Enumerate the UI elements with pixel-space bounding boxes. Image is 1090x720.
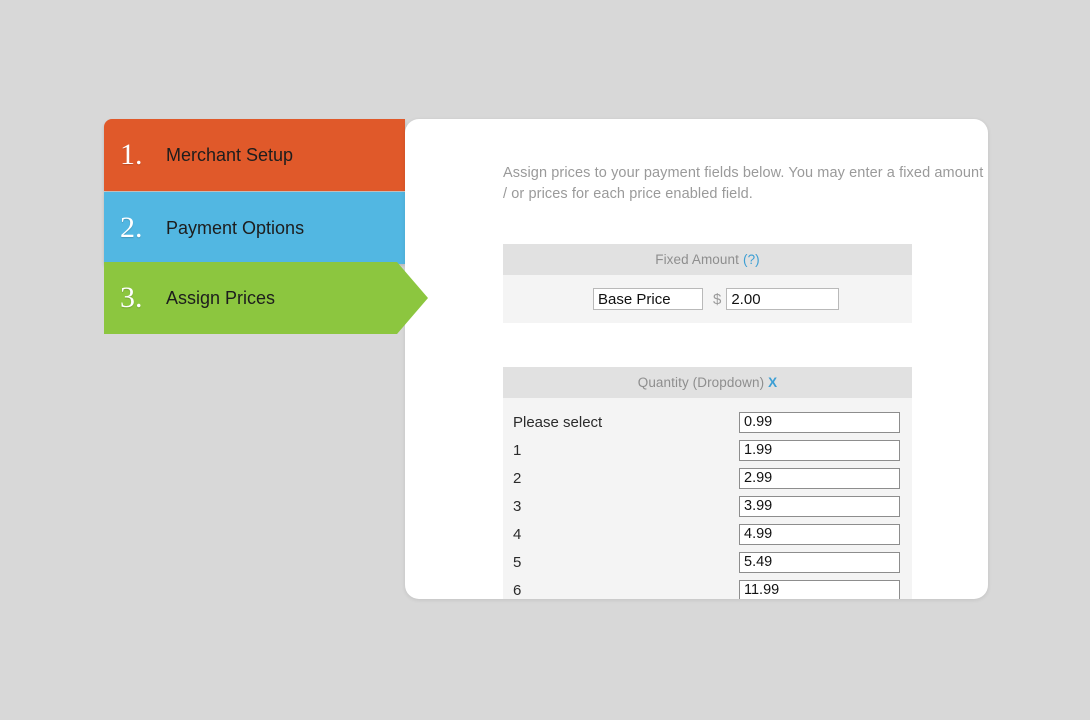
option-row: 2 — [503, 464, 912, 492]
assign-prices-card: Assign prices to your payment fields bel… — [405, 119, 988, 599]
fixed-amount-header: Fixed Amount (?) — [503, 244, 912, 275]
intro-text: Assign prices to your payment fields bel… — [503, 165, 988, 202]
step-label: Merchant Setup — [166, 144, 294, 165]
option-row: Please select — [503, 408, 912, 436]
quantity-dropdown-section: Quantity (Dropdown) X Please select 1 2 3 4 5… — [503, 367, 912, 599]
close-icon[interactable]: X — [768, 375, 777, 390]
option-label: 1 — [513, 441, 522, 459]
option-label: 5 — [513, 553, 522, 571]
option-price-input[interactable] — [739, 439, 900, 461]
option-price-input[interactable] — [739, 579, 900, 599]
option-label: 3 — [513, 497, 522, 515]
currency-symbol: $ — [713, 290, 722, 308]
option-row: 6 — [503, 576, 912, 599]
fixed-amount-price-input[interactable] — [726, 288, 840, 310]
step-merchant-setup[interactable]: 1. Merchant Setup — [104, 119, 405, 191]
quantity-header: Quantity (Dropdown) X — [503, 367, 912, 398]
step-number: 3. — [120, 281, 143, 314]
fixed-amount-section: Fixed Amount (?) $ — [503, 244, 912, 323]
step-payment-options[interactable]: 2. Payment Options — [104, 192, 405, 264]
option-label: 6 — [513, 581, 522, 599]
fixed-amount-body: $ — [503, 275, 912, 323]
option-row: 1 — [503, 436, 912, 464]
option-price-input[interactable] — [739, 411, 900, 433]
option-price-input[interactable] — [739, 495, 900, 517]
option-row: 4 — [503, 520, 912, 548]
fixed-amount-name-input[interactable] — [593, 288, 703, 310]
step-assign-prices[interactable]: 3. Assign Prices — [104, 262, 428, 334]
option-price-input[interactable] — [739, 523, 900, 545]
quantity-options-list: Please select 1 2 3 4 5 6 — [503, 398, 912, 599]
fixed-amount-header-label: Fixed Amount — [655, 252, 739, 267]
option-price-input[interactable] — [739, 467, 900, 489]
step-label: Payment Options — [166, 217, 305, 238]
step-number: 2. — [120, 211, 143, 244]
option-label: 4 — [513, 525, 522, 543]
quantity-header-label: Quantity (Dropdown) — [637, 375, 765, 390]
step-number: 1. — [120, 138, 143, 171]
option-label: 2 — [513, 469, 522, 487]
step-label: Assign Prices — [166, 287, 276, 308]
help-icon[interactable]: (?) — [743, 252, 760, 267]
option-row: 3 — [503, 492, 912, 520]
option-row: 5 — [503, 548, 912, 576]
option-label: Please select — [513, 413, 603, 431]
option-price-input[interactable] — [739, 551, 900, 573]
